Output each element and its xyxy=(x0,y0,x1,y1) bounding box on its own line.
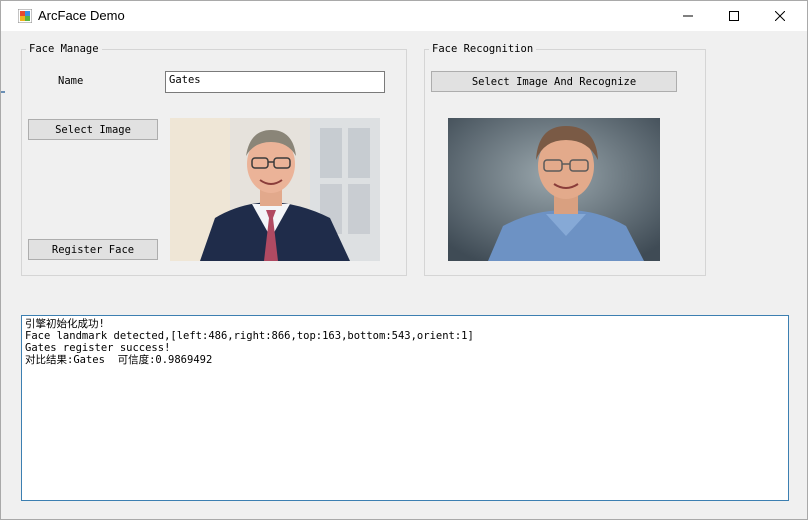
close-button[interactable] xyxy=(757,1,803,31)
name-input[interactable]: Gates xyxy=(165,71,385,93)
log-output[interactable]: 引擎初始化成功! Face landmark detected,[left:486… xyxy=(21,315,789,501)
minimize-icon xyxy=(683,15,693,17)
register-photo xyxy=(170,118,380,261)
title-bar[interactable]: ArcFace Demo xyxy=(1,1,807,31)
face-manage-legend: Face Manage xyxy=(29,43,99,55)
select-image-and-recognize-button[interactable]: Select Image And Recognize xyxy=(431,71,677,92)
maximize-button[interactable] xyxy=(711,1,757,31)
minimize-button[interactable] xyxy=(665,1,711,31)
maximize-icon xyxy=(729,11,739,21)
recognition-photo xyxy=(448,118,660,261)
app-window: ArcFace Demo Face Manage Name Gates Sele… xyxy=(0,0,808,520)
log-line: Face landmark detected,[left:486,right:8… xyxy=(25,330,474,342)
face-recognition-legend: Face Recognition xyxy=(432,43,534,55)
window-title: ArcFace Demo xyxy=(38,8,125,23)
app-icon xyxy=(18,9,32,23)
partial-window-edge xyxy=(1,91,5,93)
log-line: 引擎初始化成功! xyxy=(25,318,105,330)
log-line: 对比结果:Gates 可信度:0.9869492 xyxy=(25,354,213,366)
register-face-button[interactable]: Register Face xyxy=(28,239,158,260)
name-label: Name xyxy=(58,75,84,87)
close-icon xyxy=(775,11,785,21)
log-line: Gates register success! xyxy=(25,342,171,354)
select-image-button[interactable]: Select Image xyxy=(28,119,158,140)
